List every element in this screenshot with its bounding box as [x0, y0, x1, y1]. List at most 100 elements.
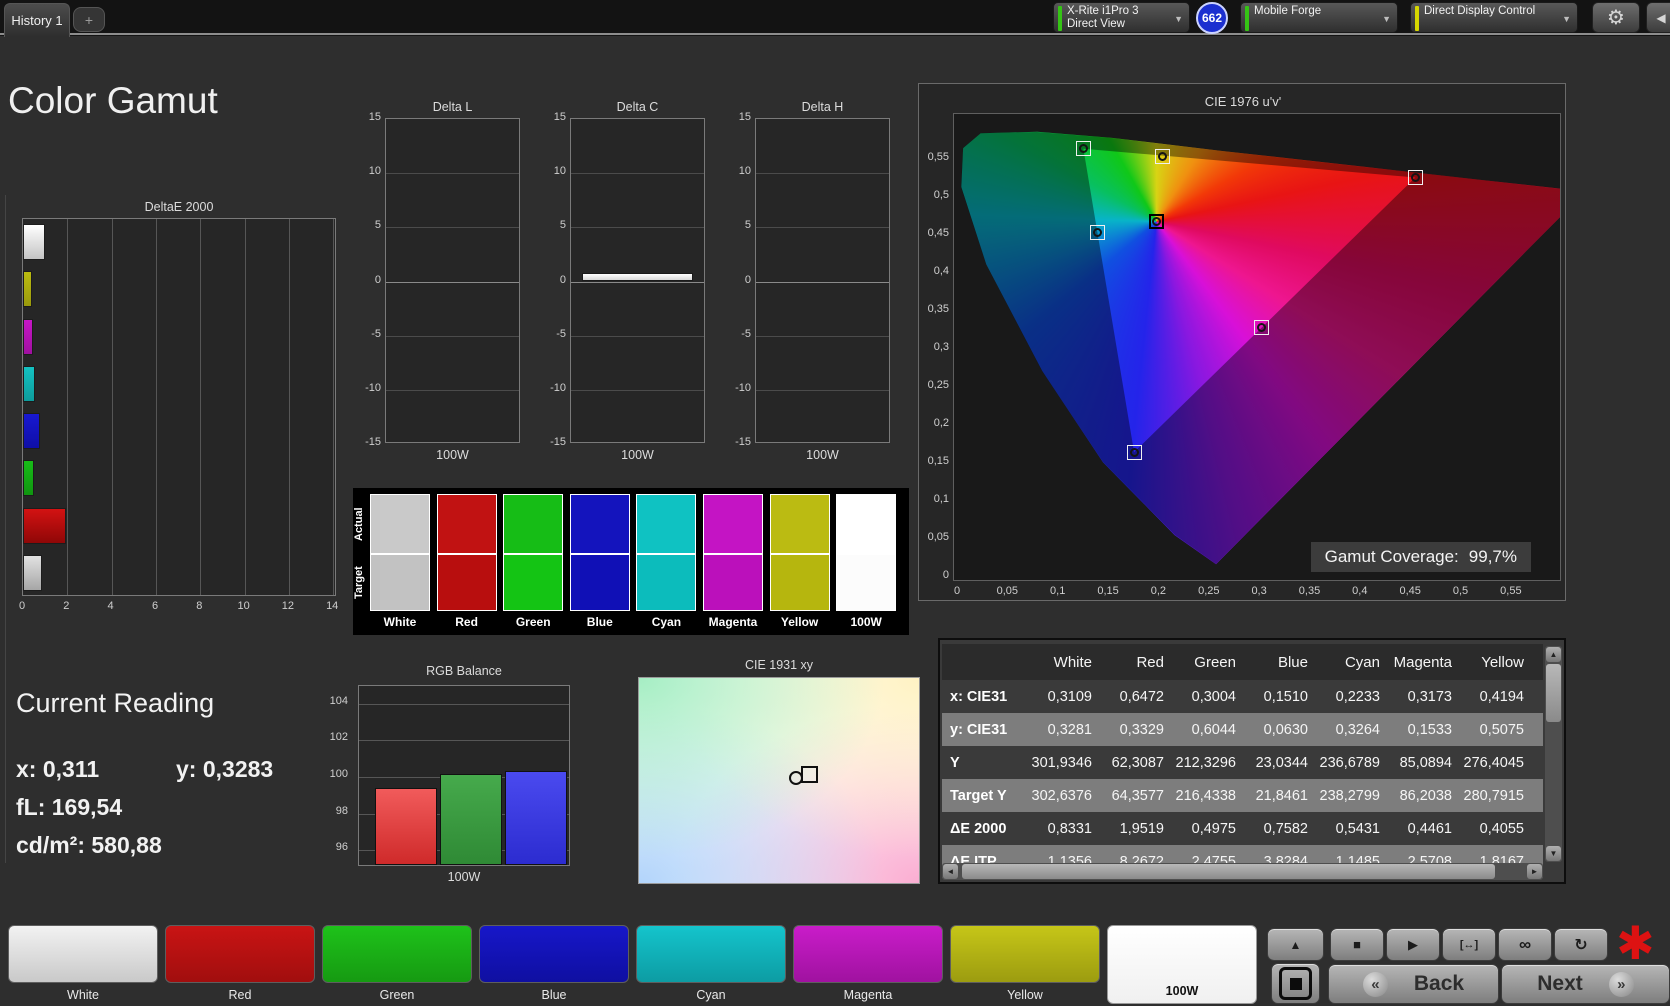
table-cell: 0,2233 [1335, 688, 1380, 705]
tick-label: 15 [553, 111, 566, 123]
pattern-button-label: Magenta [843, 988, 893, 1002]
table-vertical-scrollbar[interactable]: ▲ ▼ [1545, 646, 1562, 862]
workflow-name: Mobile Forge [1254, 5, 1322, 17]
tick-label: 100 [329, 768, 348, 780]
table-row[interactable]: Y 301,9346 62,3087 212,3296 23,0344 236,6789 8… [942, 746, 1543, 779]
tick-label: 0,4 [1352, 585, 1368, 597]
swatch-label: Cyan [651, 615, 682, 629]
scroll-up-button[interactable]: ▲ [1546, 647, 1561, 662]
actual-swatch [636, 494, 697, 554]
table-cell: 21,8461 [1255, 787, 1308, 804]
continuous-measure-button[interactable]: ∞ [1498, 928, 1552, 961]
meter-mode: Direct View [1067, 18, 1125, 30]
current-reading-title: Current Reading [16, 688, 215, 718]
table-cell: 1,9519 [1119, 820, 1164, 837]
table-row[interactable]: Target Y 302,6376 64,3577 216,4338 21,8461 23… [942, 779, 1543, 812]
row-label: Target Y [950, 787, 1007, 804]
scroll-left-button[interactable]: ◄ [943, 864, 958, 879]
scroll-right-button[interactable]: ► [1527, 864, 1542, 879]
collapse-panel-button[interactable]: ◀ [1646, 2, 1670, 33]
scroll-down-button[interactable]: ▼ [1546, 846, 1561, 861]
chevron-down-icon: ▼ [1174, 13, 1183, 24]
gridline [200, 219, 202, 595]
meter-count-badge[interactable]: 662 [1196, 2, 1228, 34]
tick-label: -15 [735, 436, 751, 448]
tick-label: 10 [553, 165, 566, 178]
tick-label: 0 [953, 585, 961, 597]
delta-chart [755, 118, 890, 443]
reading-x: x: 0,311 [16, 756, 100, 782]
tick-label: 98 [335, 804, 348, 817]
pattern-button-cyan[interactable] [636, 925, 786, 983]
pattern-button-label: White [67, 988, 99, 1002]
actual-swatch [436, 494, 497, 554]
table-cell: 62,3087 [1111, 754, 1164, 771]
pattern-button-magenta[interactable] [793, 925, 943, 983]
target-swatch [769, 554, 830, 611]
range-measure-button[interactable]: [↔] [1442, 928, 1496, 961]
actual-swatch [836, 494, 897, 554]
stop-button[interactable]: ■ [1330, 928, 1384, 961]
gridline [333, 219, 335, 595]
target-row-label: Target [353, 566, 365, 599]
cie1976-outside-gamut-shade [961, 132, 1560, 564]
pattern-button-100w[interactable]: 100W [1107, 925, 1257, 1004]
app-window: History 1 + X-Rite i1Pro 3 Direct View ▼… [0, 0, 1670, 1006]
actual-swatch [503, 494, 564, 554]
table-cell: 0,1533 [1407, 721, 1452, 738]
history-tab[interactable]: History 1 [4, 3, 70, 37]
cie1931-title: CIE 1931 xy [744, 658, 814, 672]
delta-chart [570, 118, 705, 443]
tick-label: 0,1 [933, 493, 949, 505]
table-cell: 64,3577 [1111, 787, 1164, 804]
tick-label: 5 [374, 219, 381, 232]
back-button[interactable]: « Back [1328, 964, 1499, 1004]
table-row[interactable]: x: CIE31 0,3109 0,6472 0,3004 0,1510 0,2233 0,… [942, 680, 1543, 713]
pattern-button-blue[interactable] [479, 925, 629, 983]
display-control-dropdown[interactable]: Direct Display Control ▼ [1410, 2, 1578, 33]
workflow-dropdown[interactable]: Mobile Forge ▼ [1240, 2, 1398, 33]
table-horizontal-scrollbar[interactable]: ◄ ► [942, 863, 1543, 880]
pattern-window-button[interactable] [1271, 963, 1320, 1004]
add-tab-button[interactable]: + [73, 7, 105, 32]
table-cell: 0,4461 [1407, 820, 1452, 837]
table-cell: 0,4975 [1191, 820, 1236, 837]
table-cell: 236,6789 [1319, 754, 1380, 771]
pattern-up-button[interactable]: ▲ [1267, 928, 1324, 961]
actual-swatch [370, 494, 430, 554]
refresh-button[interactable]: ↻ [1554, 928, 1608, 961]
top-bar: History 1 + X-Rite i1Pro 3 Direct View ▼… [0, 0, 1670, 37]
table-cell: 280,7915 [1463, 787, 1524, 804]
table-cell: 0,4194 [1479, 688, 1524, 705]
vertical-scroll-thumb[interactable] [1546, 664, 1561, 722]
tick-label: 96 [335, 841, 348, 854]
table-cell: 0,6472 [1119, 688, 1164, 705]
pattern-button-red[interactable] [165, 925, 315, 983]
deltae2000-title: DeltaE 2000 [144, 200, 214, 214]
tick-label: 0,55 [1500, 585, 1522, 597]
row-label: ΔE 2000 [950, 820, 1007, 837]
pattern-button-yellow[interactable] [950, 925, 1100, 983]
tick-label: 0,3 [933, 341, 949, 353]
rgb-bar-blue [505, 770, 567, 865]
table-row[interactable]: y: CIE31 0,3281 0,3329 0,6044 0,0630 0,3264 0,… [942, 713, 1543, 746]
pattern-button-green[interactable] [322, 925, 472, 983]
table-cell: 85,0894 [1399, 754, 1452, 771]
gridline [756, 281, 889, 283]
play-button[interactable]: ▶ [1386, 928, 1440, 961]
back-button-label: Back [1413, 972, 1465, 995]
results-table: White Red Green Blue Cyan Magenta Yellow x: CIE… [942, 644, 1543, 878]
horizontal-scroll-thumb[interactable] [962, 864, 1495, 879]
settings-button[interactable]: ⚙ [1592, 2, 1640, 33]
table-cell: 276,4045 [1463, 754, 1524, 771]
column-header: Red [1136, 653, 1164, 671]
pattern-button-white[interactable] [8, 925, 158, 983]
chevron-down-icon: ▼ [1382, 13, 1391, 24]
deltae-bar [23, 460, 34, 497]
table-cell: 0,3109 [1047, 688, 1092, 705]
next-button[interactable]: Next » [1501, 964, 1670, 1004]
infinity-icon: ∞ [1518, 934, 1532, 954]
meter-dropdown[interactable]: X-Rite i1Pro 3 Direct View ▼ [1053, 2, 1190, 33]
cie1976-panel: CIE 1976 u'v' 0,55 0,5 0,45 0,4 0,35 0,3 0,25 0… [918, 83, 1566, 601]
table-row[interactable]: ΔE 2000 0,8331 1,9519 0,4975 0,7582 0,5431 0,4… [942, 812, 1543, 845]
